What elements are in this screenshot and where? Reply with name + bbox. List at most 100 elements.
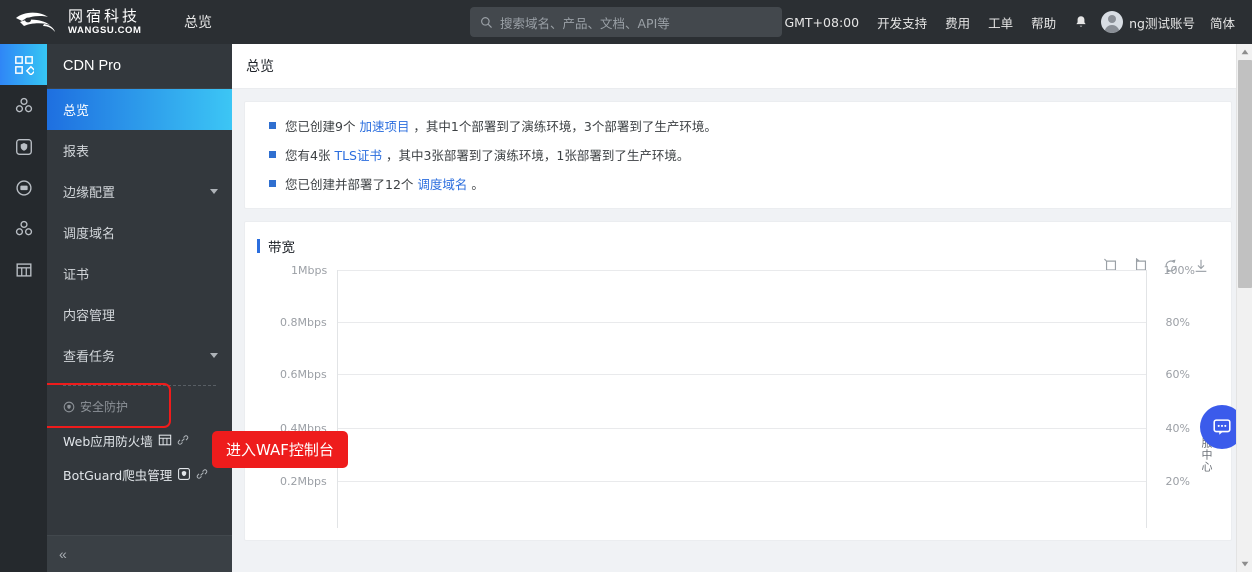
notice-link[interactable]: 调度域名 — [417, 177, 467, 192]
sidebar-item-label: 调度域名 — [63, 227, 116, 242]
monitor-icon — [15, 179, 32, 196]
avatar — [1101, 11, 1124, 33]
sidebar-item-label: 报表 — [63, 145, 90, 160]
bullet-icon — [269, 180, 276, 187]
shield-icon — [15, 138, 32, 155]
rail-item-storage[interactable] — [0, 249, 47, 290]
bell-icon — [1076, 15, 1086, 27]
nav-billing[interactable]: 费用 — [936, 13, 979, 32]
gridline — [337, 428, 1147, 429]
sidebar-item-label: 证书 — [63, 268, 90, 283]
main-content: 总览 您已创建9个 加速项目 ，其中1个部署到了演练环境，3个部署到了生产环境。… — [232, 44, 1252, 572]
y-axis-left-tick: 1Mbps — [291, 264, 328, 277]
y-axis-right-tick: 100% — [1163, 264, 1195, 277]
title-accent-bar — [257, 239, 260, 253]
storage-icon — [16, 262, 31, 277]
page-header: 总览 — [232, 44, 1252, 89]
sidebar-item-overview[interactable]: 总览 — [47, 89, 232, 130]
grid-small-icon — [158, 434, 171, 446]
y-axis-left-tick: 0.6Mbps — [280, 368, 327, 381]
icon-rail — [0, 44, 47, 572]
gridline — [337, 374, 1147, 375]
nav-dev-support[interactable]: 开发支持 — [868, 13, 936, 32]
chevron-down-icon — [210, 353, 218, 358]
top-bar: 网宿科技 WANGSU.COM 总览 搜索域名、产品、文档、API等 GMT+0… — [0, 0, 1252, 44]
gridline — [337, 481, 1147, 482]
sidebar-item-reports[interactable]: 报表 — [47, 130, 232, 171]
sidebar-item-view-tasks[interactable]: 查看任务 — [47, 335, 232, 376]
notice-link[interactable]: TLS证书 — [334, 148, 382, 163]
waf-callout-label: 进入WAF控制台 — [212, 431, 348, 468]
wangsu-swoosh-icon — [16, 12, 55, 32]
grid-icon — [14, 55, 34, 75]
bandwidth-chart-card: 带宽 1Mbps 0.8Mbps 0.6Mbps 0.4Mbps 0.2Mbps… — [244, 221, 1232, 541]
search-input[interactable]: 搜索域名、产品、文档、API等 — [470, 7, 782, 37]
sidebar-collapse-button[interactable]: « — [47, 535, 232, 572]
chat-icon — [1213, 419, 1231, 435]
notice-text: 您有4张 TLS证书 ，其中3张部署到了演练环境，1张部署到了生产环境。 — [285, 148, 690, 163]
y-axis-right-tick: 60% — [1165, 368, 1190, 381]
y-axis-left-tick: 0.8Mbps — [280, 316, 327, 329]
bullet-icon — [269, 151, 276, 158]
rail-item-security[interactable] — [0, 126, 47, 167]
sidebar-item-label: 查看任务 — [63, 350, 116, 365]
sidebar-item-waf[interactable]: Web应用防火墙 — [47, 423, 232, 457]
nav-tickets[interactable]: 工单 — [979, 13, 1022, 32]
sidebar-section-security: 安全防护 — [47, 392, 232, 423]
sidebar-divider — [63, 385, 216, 386]
notice-link[interactable]: 加速项目 — [359, 119, 409, 134]
scroll-down-button[interactable] — [1237, 556, 1252, 572]
account-menu[interactable]: ng测试账号 — [1097, 11, 1201, 33]
gridline — [337, 270, 1147, 271]
sidebar-item-scheduling-domain[interactable]: 调度域名 — [47, 212, 232, 253]
rail-item-grid[interactable] — [0, 44, 47, 85]
scrollbar-thumb[interactable] — [1238, 60, 1252, 288]
notifications-button[interactable] — [1065, 15, 1097, 30]
sidebar-item-botguard[interactable]: BotGuard爬虫管理 — [47, 457, 232, 491]
sidebar-item-content-management[interactable]: 内容管理 — [47, 294, 232, 335]
notice-card: 您已创建9个 加速项目 ，其中1个部署到了演练环境，3个部署到了生产环境。 您有… — [244, 101, 1232, 209]
scroll-up-button[interactable] — [1237, 44, 1252, 60]
sidebar-menu: 总览 报表 边缘配置 调度域名 证书 内容管理 查看任务 — [47, 89, 232, 376]
sidebar-item-label: BotGuard爬虫管理 — [63, 467, 173, 483]
brand-logo[interactable]: 网宿科技 WANGSU.COM — [0, 8, 170, 36]
chevron-up-icon — [1241, 49, 1249, 55]
chart-title: 带宽 — [245, 236, 1231, 256]
nav-help[interactable]: 帮助 — [1022, 13, 1065, 32]
notice-text: 您已创建并部署了12个 调度域名 。 — [285, 177, 484, 192]
account-name: ng测试账号 — [1129, 15, 1195, 31]
y-axis-right-tick: 80% — [1165, 316, 1190, 329]
page-title: 总览 — [246, 59, 274, 75]
topbar-product-label[interactable]: 总览 — [184, 12, 212, 32]
brand-name-cn: 网宿科技 — [68, 6, 141, 25]
external-link-icon — [196, 469, 208, 479]
nodes-icon — [15, 220, 32, 235]
app-root: 网宿科技 WANGSU.COM 总览 搜索域名、产品、文档、API等 GMT+0… — [0, 0, 1252, 572]
y-axis-left-tick: 0.2Mbps — [280, 475, 327, 488]
top-navigation: GMT+08:00 开发支持 费用 工单 帮助 ng测试账号 简体 — [775, 0, 1244, 44]
chart-plot-area: 1Mbps 0.8Mbps 0.6Mbps 0.4Mbps 0.2Mbps 10… — [245, 264, 1231, 528]
y-axis-right-tick: 40% — [1165, 422, 1190, 435]
rail-item-monitor[interactable] — [0, 167, 47, 208]
sidebar-item-label: 内容管理 — [63, 309, 116, 324]
language-selector[interactable]: 简体 — [1201, 13, 1244, 32]
collapse-icon: « — [59, 546, 67, 562]
search-placeholder: 搜索域名、产品、文档、API等 — [500, 15, 670, 31]
bullet-icon — [269, 122, 276, 129]
y-axis-left-line — [337, 270, 338, 528]
security-section-icon — [63, 401, 75, 412]
notice-text: 您已创建9个 加速项目 ，其中1个部署到了演练环境，3个部署到了生产环境。 — [285, 119, 717, 134]
sidebar-item-certificates[interactable]: 证书 — [47, 253, 232, 294]
chevron-down-icon — [210, 189, 218, 194]
rail-item-cluster[interactable] — [0, 85, 47, 126]
cluster-icon — [15, 97, 32, 112]
y-axis-right-tick: 20% — [1165, 475, 1190, 488]
sidebar-item-edge-config[interactable]: 边缘配置 — [47, 171, 232, 212]
timezone-selector[interactable]: GMT+08:00 — [775, 15, 868, 30]
page-scrollbar[interactable] — [1236, 44, 1252, 572]
sidebar-item-label: 总览 — [63, 104, 90, 119]
rail-item-nodes[interactable] — [0, 208, 47, 249]
sidebar-item-label: Web应用防火墙 — [63, 433, 153, 449]
sidebar: CDN Pro 总览 报表 边缘配置 调度域名 证书 内容管理 查看任务 安全防… — [47, 44, 232, 572]
search-icon — [481, 16, 492, 28]
